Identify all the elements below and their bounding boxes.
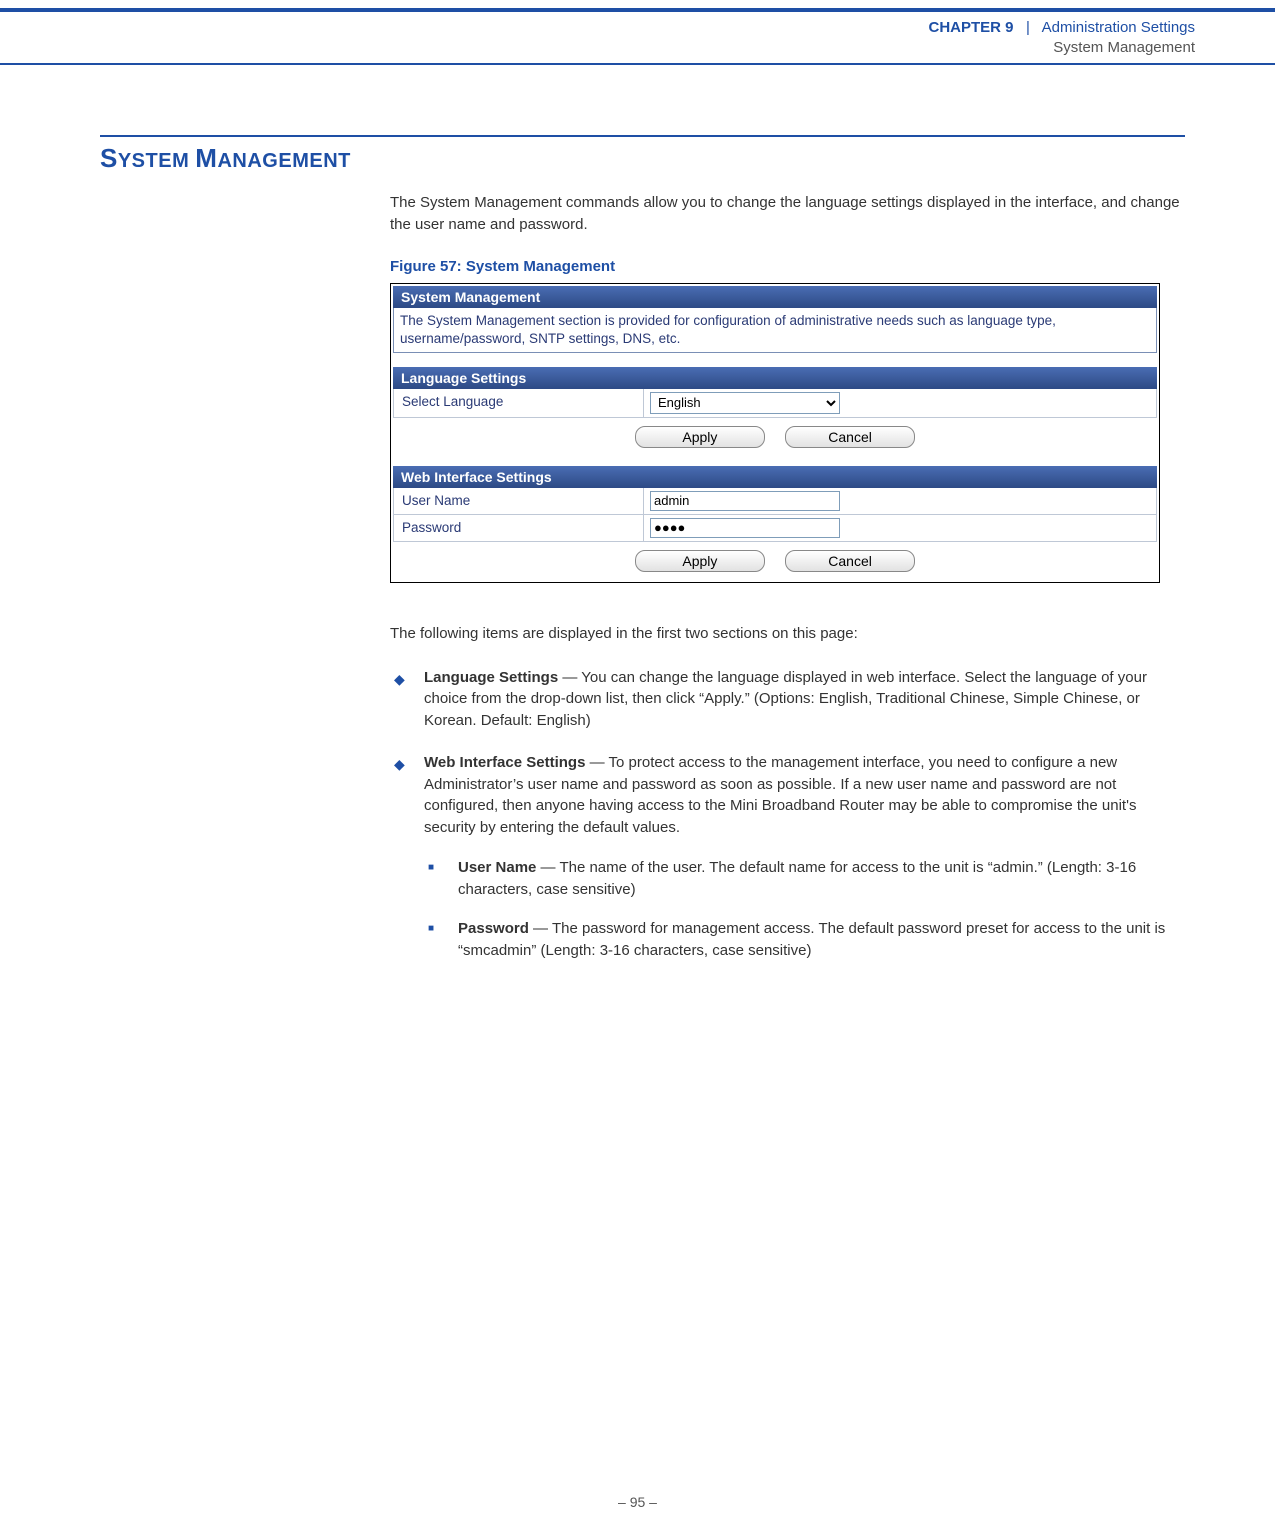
- password-label: Password: [394, 515, 644, 541]
- section-heading: SYSTEM MANAGEMENT: [100, 143, 1185, 174]
- web-cancel-button[interactable]: Cancel: [785, 550, 915, 572]
- screenshot-figure: System Management The System Management …: [390, 283, 1160, 583]
- language-row: Select Language English: [393, 389, 1157, 418]
- web-button-row: Apply Cancel: [393, 542, 1157, 576]
- language-apply-button[interactable]: Apply: [635, 426, 765, 448]
- web-interface-panel: Web Interface Settings User Name Passwor…: [393, 466, 1157, 576]
- header-section: Administration Settings: [1042, 19, 1195, 36]
- sub-password-text: — The password for management access. Th…: [458, 920, 1165, 959]
- sub-password-title: Password: [458, 920, 529, 937]
- page-header: CHAPTER 9 | Administration Settings Syst…: [0, 12, 1275, 63]
- after-text: The following items are displayed in the…: [390, 623, 1185, 645]
- sub-username-title: User Name: [458, 859, 536, 876]
- panel-title: System Management: [393, 286, 1157, 308]
- page-footer: – 95 –: [0, 1494, 1275, 1510]
- select-language-dropdown[interactable]: English: [650, 392, 840, 414]
- username-input[interactable]: [650, 491, 840, 511]
- header-subsection: System Management: [0, 38, 1195, 58]
- intro-paragraph: The System Management commands allow you…: [390, 192, 1185, 236]
- username-label: User Name: [394, 488, 644, 514]
- password-row: Password: [393, 515, 1157, 542]
- header-separator: |: [1018, 19, 1039, 36]
- panel-description: The System Management section is provide…: [393, 308, 1157, 353]
- chapter-label: CHAPTER 9: [928, 19, 1013, 36]
- web-apply-button[interactable]: Apply: [635, 550, 765, 572]
- header-bottom-rule: [0, 63, 1275, 65]
- language-settings-panel: Language Settings Select Language Englis…: [393, 367, 1157, 452]
- bullet-web-title: Web Interface Settings: [424, 754, 585, 771]
- bullet-list: Language Settings — You can change the l…: [390, 667, 1185, 962]
- sub-bullet-list: User Name — The name of the user. The de…: [424, 857, 1185, 962]
- select-language-label: Select Language: [394, 389, 644, 417]
- sub-bullet-password: Password — The password for management a…: [424, 918, 1185, 962]
- username-row: User Name: [393, 488, 1157, 515]
- section-rule: [100, 135, 1185, 137]
- password-input[interactable]: [650, 518, 840, 538]
- figure-caption: Figure 57: System Management: [390, 258, 1185, 275]
- sub-username-text: — The name of the user. The default name…: [458, 859, 1136, 898]
- bullet-web-interface: Web Interface Settings — To protect acce…: [390, 752, 1185, 962]
- sub-bullet-username: User Name — The name of the user. The de…: [424, 857, 1185, 901]
- language-cancel-button[interactable]: Cancel: [785, 426, 915, 448]
- bullet-language-settings: Language Settings — You can change the l…: [390, 667, 1185, 732]
- web-interface-title: Web Interface Settings: [393, 466, 1157, 488]
- language-settings-title: Language Settings: [393, 367, 1157, 389]
- bullet-lang-title: Language Settings: [424, 669, 558, 686]
- language-button-row: Apply Cancel: [393, 418, 1157, 452]
